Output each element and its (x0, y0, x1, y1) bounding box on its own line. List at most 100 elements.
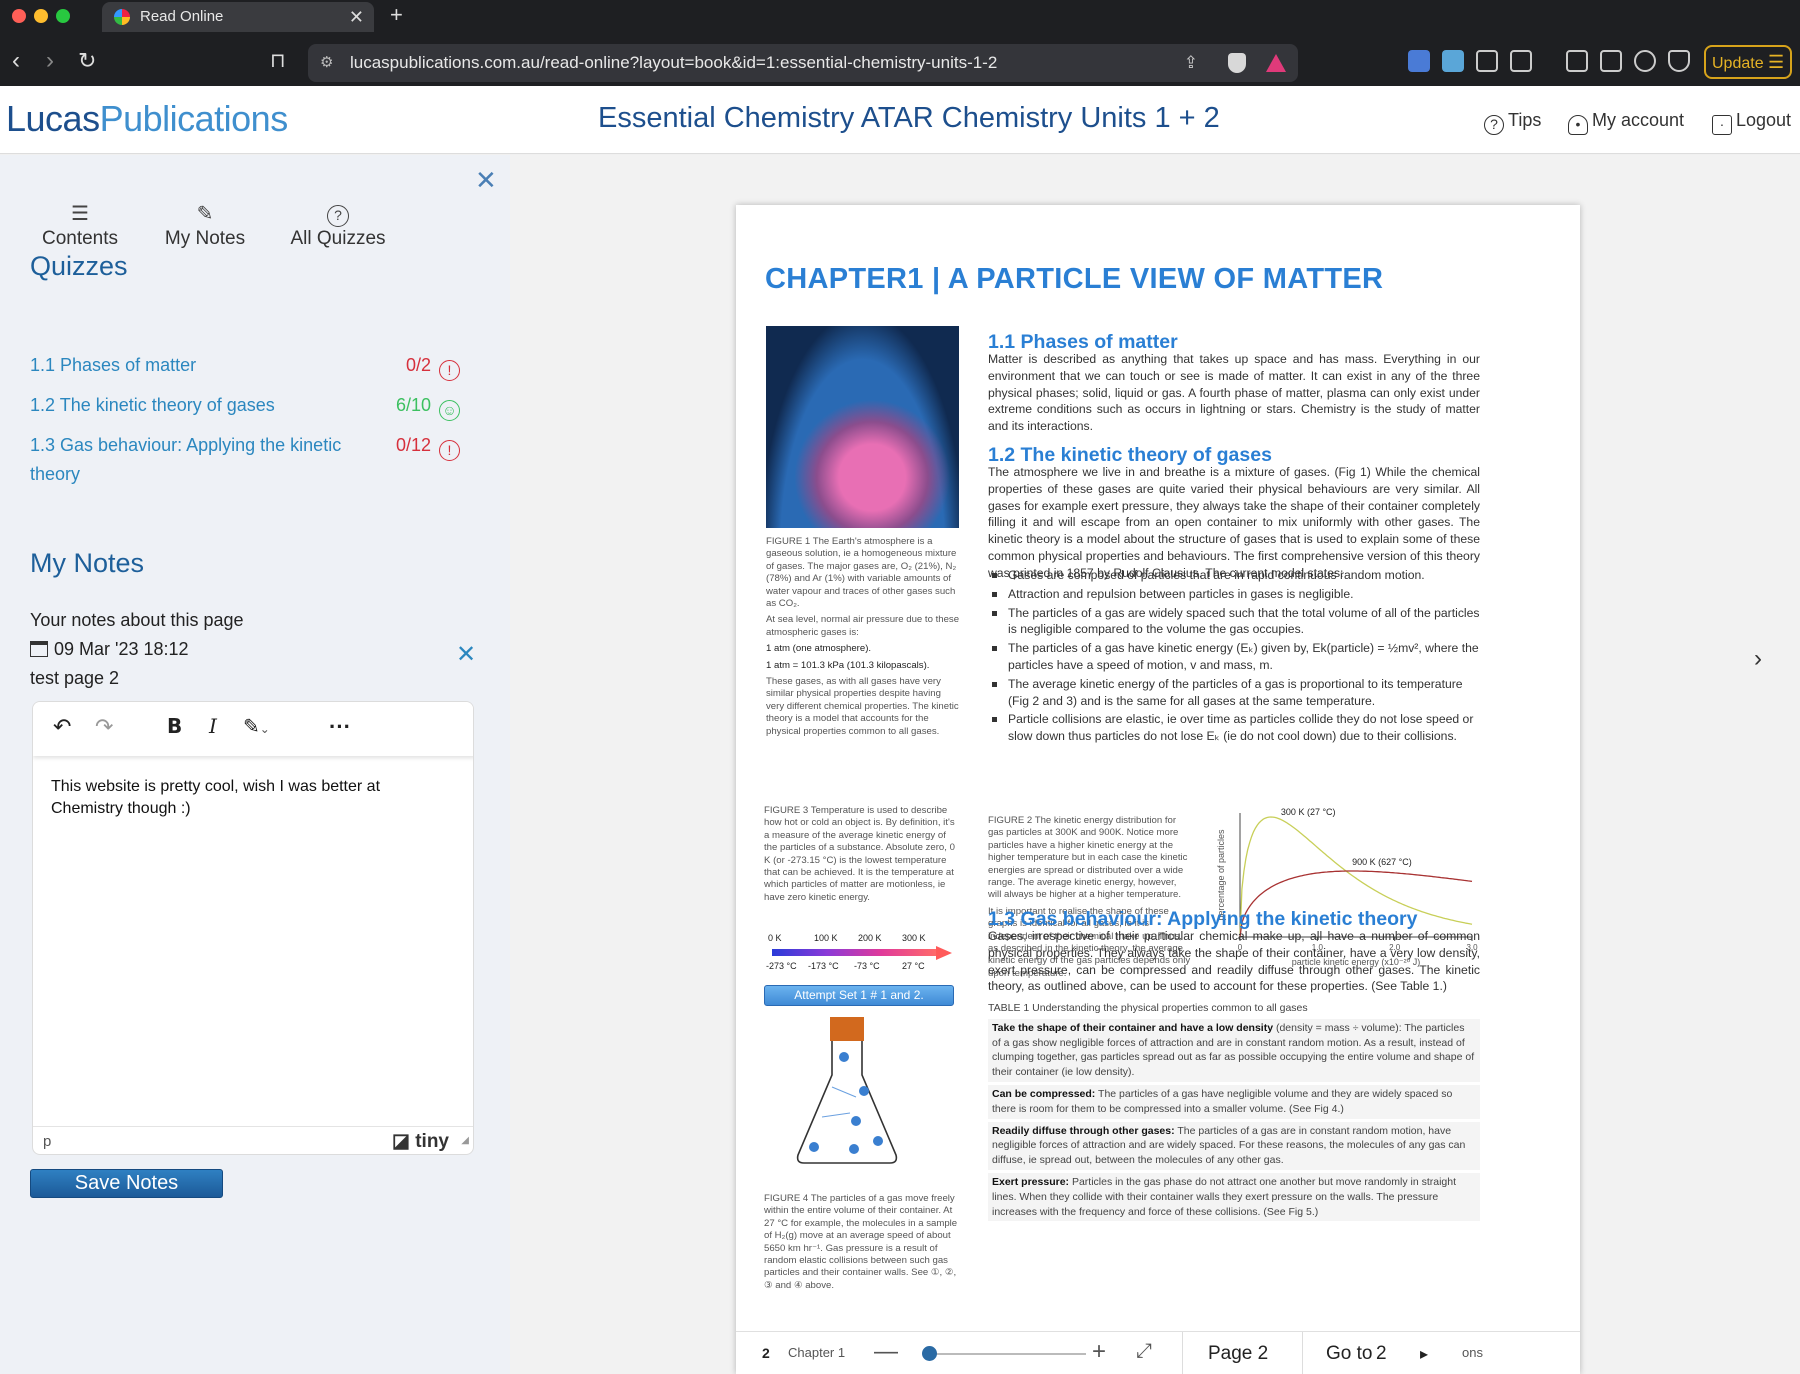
brave-shield-icon[interactable] (1228, 53, 1246, 73)
close-sidebar-icon[interactable]: ✕ (475, 165, 497, 196)
close-tab-icon[interactable]: ✕ (349, 2, 364, 32)
fig2-caption-text: FIGURE 2 The kinetic energy distribution… (988, 815, 1188, 901)
bold-icon[interactable]: B (167, 714, 182, 738)
tips-link[interactable]: ? Tips (1484, 110, 1541, 135)
options-label[interactable]: ons (1462, 1345, 1483, 1360)
site-info-icon[interactable]: ⚙ (320, 44, 333, 82)
table-row-head: Readily diffuse through other gases: (992, 1124, 1175, 1137)
maximize-window-button[interactable] (56, 9, 70, 23)
address-bar[interactable]: ⚙ lucaspublications.com.au/read-online?l… (308, 44, 1298, 82)
more-icon[interactable]: ··· (329, 714, 351, 740)
bookmark-icon[interactable]: ⊓ (270, 46, 286, 76)
resize-handle-icon[interactable]: ◢ (461, 1135, 469, 1146)
quizzes-heading: Quizzes (30, 251, 128, 281)
logout-link[interactable]: · Logout (1712, 110, 1791, 135)
reader-icon[interactable] (1510, 50, 1532, 72)
fig1-extra-4: These gases, as with all gases have very… (766, 676, 959, 737)
highlight-icon[interactable]: ✎⌄ (243, 714, 270, 739)
quiz-item[interactable]: 1.1 Phases of matter 0/2! (30, 351, 460, 381)
fig1-caption-text: FIGURE 1 The Earth's atmosphere is a gas… (766, 536, 957, 610)
favicon-icon (114, 9, 130, 25)
temp-c-label: 27 °C (902, 961, 925, 971)
tab-contents[interactable]: ☰ Contents (40, 200, 120, 250)
tab-my-notes[interactable]: ✎ My Notes (160, 200, 250, 250)
my-account-link[interactable]: • My account (1568, 110, 1684, 135)
quiz-item[interactable]: 1.3 Gas behaviour: Applying the kinetic … (30, 431, 460, 489)
nav-row: ‹ › ↻ ⊓ ⚙ lucaspublications.com.au/read-… (0, 40, 1800, 84)
gas-particle (809, 1142, 819, 1152)
logo-part-1: Lucas (6, 98, 100, 139)
tab-title: Read Online (140, 8, 224, 25)
zoom-slider-handle[interactable] (922, 1346, 937, 1361)
new-tab-icon[interactable]: + (390, 2, 403, 28)
sidebar-toggle-icon[interactable] (1566, 50, 1588, 72)
section-1-1-text: Matter is described as anything that tak… (988, 352, 1480, 434)
editor-content[interactable]: This website is pretty cool, wish I was … (51, 776, 451, 820)
attempt-set-button[interactable]: Attempt Set 1 # 1 and 2. (764, 985, 954, 1006)
zoom-slider-track[interactable] (926, 1353, 1086, 1355)
browser-tab[interactable]: Read Online ✕ (102, 2, 374, 32)
quiz-score: 0/2! (380, 351, 460, 381)
brave-rewards-icon[interactable] (1266, 54, 1286, 72)
quiz-score-value: 0/2 (405, 355, 431, 375)
undo-icon[interactable]: ↶ (53, 714, 71, 740)
app-header: LucasPublications Essential Chemistry AT… (0, 86, 1800, 154)
delete-note-icon[interactable]: ✕ (456, 640, 476, 669)
forward-icon[interactable]: › (46, 46, 54, 76)
next-page-icon[interactable]: › (1754, 645, 1762, 673)
quiz-score-value: 0/12 (395, 435, 431, 455)
reload-icon[interactable]: ↻ (78, 46, 96, 76)
fig1-caption: FIGURE 1 The Earth's atmosphere is a gas… (766, 536, 961, 738)
alert-icon: ! (439, 360, 460, 381)
extension-2-icon[interactable] (1442, 50, 1464, 72)
list-item: The average kinetic energy of the partic… (988, 676, 1480, 710)
fullscreen-icon[interactable]: ⤢ (1136, 1340, 1152, 1363)
divider (1182, 1332, 1183, 1374)
help-icon: ? (1484, 115, 1504, 135)
editor-toolbar: ↶ ↷ B I ✎⌄ ··· (33, 702, 473, 756)
temp-k-label: 300 K (902, 933, 926, 943)
wallet-icon[interactable] (1600, 50, 1622, 72)
zoom-in-icon[interactable]: + (1092, 1338, 1106, 1366)
quiz-item[interactable]: 1.2 The kinetic theory of gases 6/10 ☺ (30, 391, 460, 421)
temp-c-label: -273 °C (766, 961, 797, 971)
series-900k-label: 900 K (627 °C) (1352, 857, 1412, 867)
update-button[interactable]: Update ☰ (1704, 45, 1792, 79)
fig1-extra-2: 1 atm (one atmosphere). (766, 643, 872, 655)
vpn-icon[interactable] (1668, 50, 1690, 72)
quiz-title: 1.2 The kinetic theory of gases (30, 395, 275, 415)
temp-c-label: -173 °C (808, 961, 839, 971)
table-row: Exert pressure: Particles in the gas pha… (988, 1172, 1480, 1222)
leo-icon[interactable] (1634, 50, 1656, 72)
note-date-text: 09 Mar '23 18:12 (54, 639, 189, 659)
close-window-button[interactable] (12, 9, 26, 23)
book-title: Essential Chemistry ATAR Chemistry Units… (598, 102, 1220, 134)
redo-icon[interactable]: ↷ (95, 714, 113, 740)
logo[interactable]: LucasPublications (6, 98, 288, 140)
help-icon: ? (288, 200, 388, 228)
tiny-logo[interactable]: ◪ tiny (392, 1130, 449, 1153)
tiny-icon: ◪ (391, 1131, 410, 1152)
italic-icon[interactable]: I (209, 714, 217, 738)
tab-all-quizzes[interactable]: ? All Quizzes (288, 200, 388, 250)
goto-input[interactable]: 2 (1376, 1343, 1387, 1365)
my-notes-heading: My Notes (30, 548, 145, 578)
notes-intro: Your notes about this page (30, 610, 244, 630)
goto-arrow-icon[interactable]: ▸ (1420, 1344, 1428, 1364)
table-row-head: Take the shape of their container and ha… (992, 1021, 1274, 1034)
extensions-icon[interactable] (1476, 50, 1498, 72)
series-300k-label: 300 K (27 °C) (1281, 807, 1336, 817)
zoom-out-icon[interactable]: — (874, 1338, 898, 1366)
minimize-window-button[interactable] (34, 9, 48, 23)
url-text: lucaspublications.com.au/read-online?lay… (350, 53, 998, 72)
quiz-score-value: 6/10 (395, 395, 431, 415)
back-icon[interactable]: ‹ (12, 46, 20, 76)
list-item: The particles of a gas have kinetic ener… (988, 640, 1480, 674)
save-notes-button[interactable]: Save Notes (30, 1169, 223, 1198)
section-1-2-text: The atmosphere we live in and breathe is… (988, 465, 1480, 580)
quiz-title: 1.3 Gas behaviour: Applying the kinetic … (30, 435, 342, 484)
fig4-caption: FIGURE 4 The particles of a gas move fre… (764, 1193, 958, 1291)
share-icon[interactable]: ⇪ (1184, 44, 1198, 82)
pencil-icon: ✎ (196, 203, 214, 225)
extension-1-icon[interactable] (1408, 50, 1430, 72)
